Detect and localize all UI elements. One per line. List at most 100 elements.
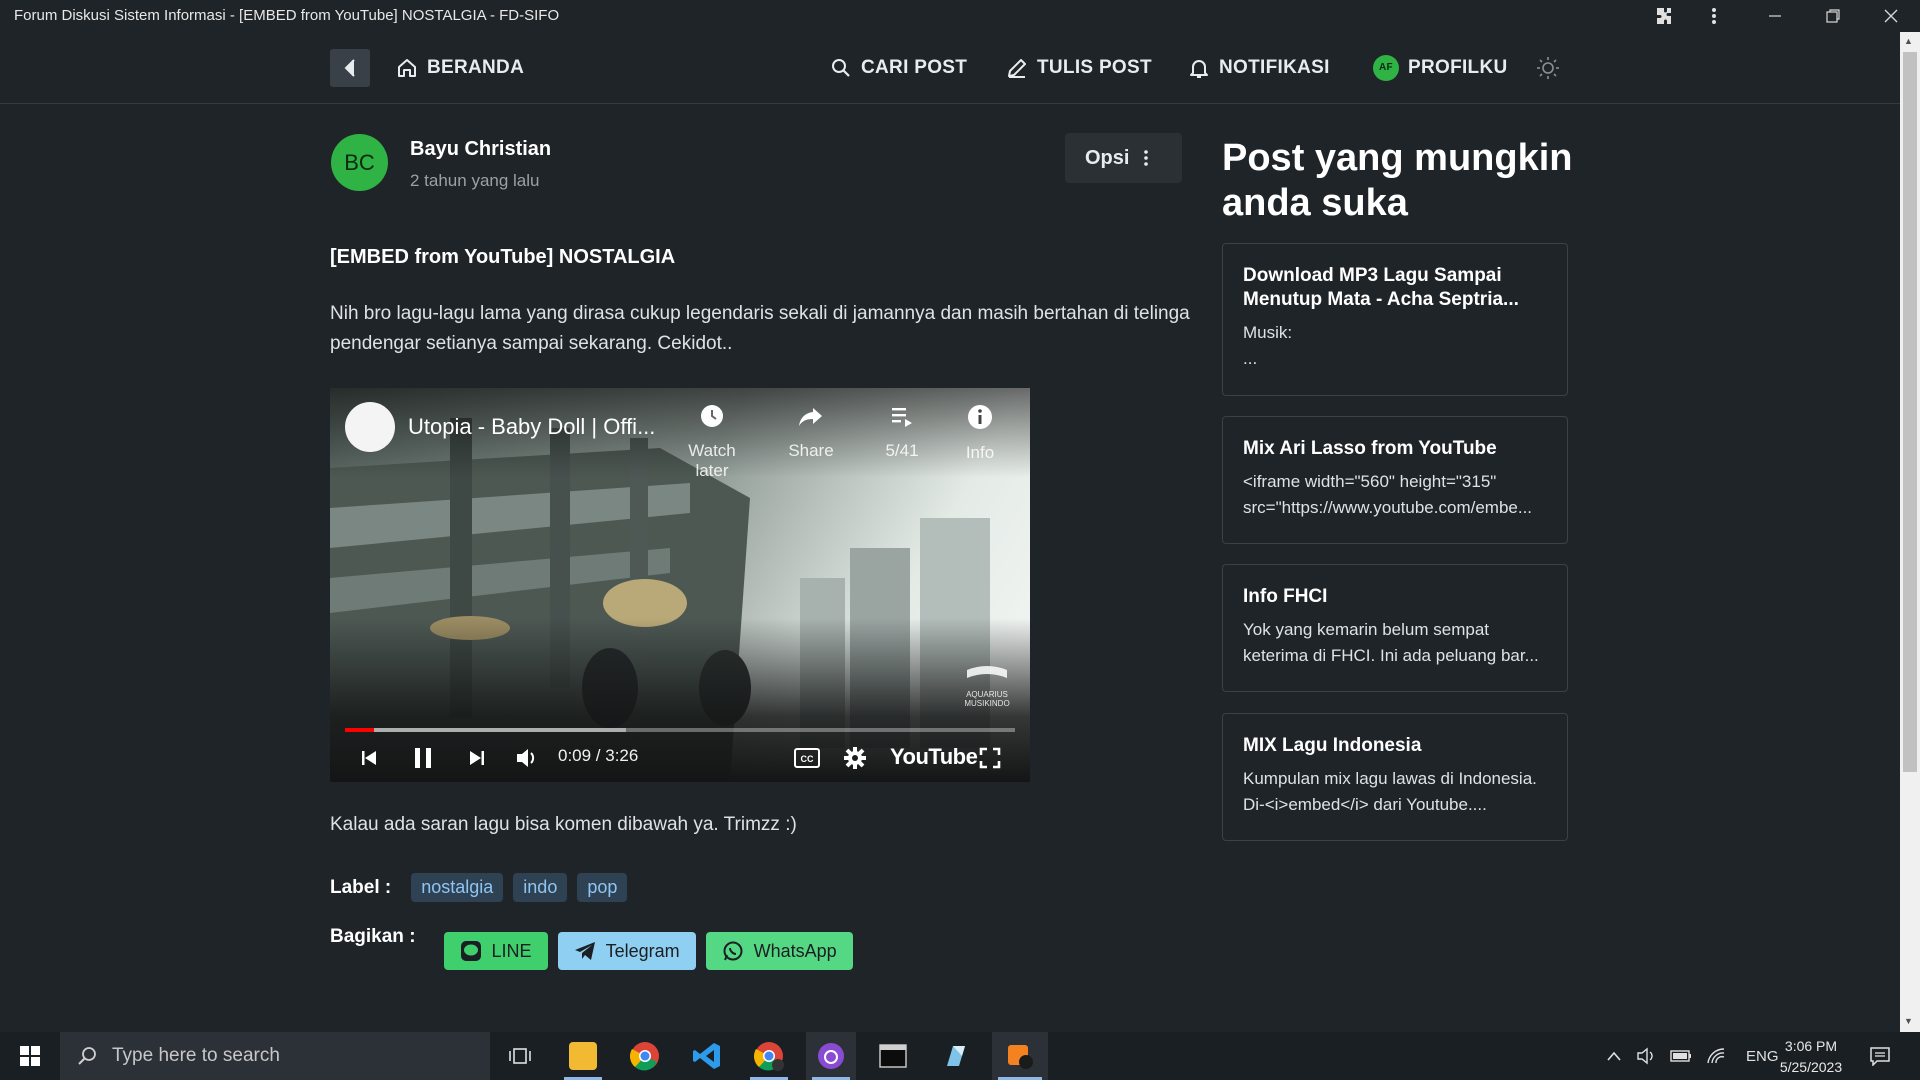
minimize-icon[interactable]	[1752, 0, 1798, 32]
search-icon	[78, 1047, 96, 1065]
taskbar-terminal[interactable]	[868, 1032, 918, 1080]
taskbar-snip-tool[interactable]	[930, 1032, 980, 1080]
nav-search-label: CARI POST	[861, 56, 968, 78]
captions-button[interactable]: CC	[792, 738, 822, 778]
video-progress-bar[interactable]	[345, 728, 1015, 732]
playlist-button[interactable]: 5/41	[862, 404, 942, 461]
scroll-up-icon[interactable]: ▲	[1904, 36, 1913, 46]
share-whatsapp-label: WhatsApp	[753, 940, 837, 961]
wifi-icon[interactable]	[1706, 1047, 1726, 1065]
fullscreen-button[interactable]	[975, 738, 1005, 778]
post-title: [EMBED from YouTube] NOSTALGIA	[330, 246, 676, 268]
info-icon	[968, 405, 992, 429]
battery-icon[interactable]	[1670, 1049, 1692, 1063]
tag-nostalgia[interactable]: nostalgia	[411, 873, 504, 902]
page-scrollbar[interactable]: ▲ ▼	[1900, 32, 1920, 1032]
share-telegram-button[interactable]: Telegram	[557, 932, 696, 970]
next-button[interactable]	[462, 738, 492, 778]
watch-later-button[interactable]: Watch later	[672, 404, 752, 481]
task-view-button[interactable]	[500, 1032, 540, 1080]
skip-previous-icon	[362, 751, 376, 765]
nav-write[interactable]: TULIS POST	[1006, 32, 1152, 103]
github-icon	[818, 1043, 844, 1069]
scrollbar-thumb[interactable]	[1903, 52, 1917, 772]
suggested-post-card[interactable]: MIX Lagu Indonesia Kumpulan mix lagu law…	[1222, 713, 1568, 841]
taskbar-chrome-profile[interactable]	[744, 1032, 794, 1080]
fullscreen-icon	[979, 747, 1001, 769]
windows-icon	[20, 1046, 40, 1066]
suggested-post-title[interactable]: Download MP3 Lagu Sampai Menutup Mata - …	[1243, 264, 1547, 312]
pause-icon	[415, 748, 431, 768]
window-title: Forum Diskusi Sistem Informasi - [EMBED …	[14, 7, 560, 24]
youtube-embed[interactable]: Utopia - Baby Doll | Offi... Watch later…	[330, 388, 1030, 782]
profile-avatar: AF	[1373, 54, 1399, 81]
nav-home[interactable]: BERANDA	[396, 32, 524, 103]
tag-pop[interactable]: pop	[577, 873, 628, 902]
previous-button[interactable]	[354, 738, 384, 778]
post-body: Nih bro lagu-lagu lama yang dirasa cukup…	[330, 303, 1190, 354]
suggested-post-excerpt: Yok yang kemarin belum sempat keterima d…	[1243, 617, 1547, 669]
options-button[interactable]: Opsi	[1065, 133, 1182, 183]
nav-profile[interactable]: AF PROFILKU	[1373, 32, 1508, 103]
close-icon[interactable]	[1868, 0, 1914, 32]
taskbar-file-explorer[interactable]	[558, 1032, 608, 1080]
share-video-button[interactable]: Share	[771, 404, 851, 461]
suggested-post-card[interactable]: Info FHCI Yok yang kemarin belum sempat …	[1222, 564, 1568, 692]
scroll-down-icon[interactable]: ▼	[1904, 1016, 1913, 1026]
suggested-post-title[interactable]: Info FHCI	[1243, 585, 1547, 609]
excerpt-line: Yok yang kemarin belum sempat	[1243, 620, 1490, 639]
back-button[interactable]	[330, 49, 370, 87]
taskbar-clock[interactable]: 3:06 PM 5/25/2023	[1768, 1036, 1854, 1078]
taskbar-search[interactable]: Type here to search	[60, 1032, 490, 1080]
youtube-logo[interactable]: YouTube	[890, 744, 978, 770]
info-button[interactable]: Info	[940, 404, 1020, 463]
share-whatsapp-button[interactable]: WhatsApp	[705, 932, 853, 970]
taskbar-chrome[interactable]	[620, 1032, 670, 1080]
taskbar: Type here to search ENG 3:06 PM 5/25/202…	[0, 1032, 1920, 1080]
chevron-up-icon[interactable]	[1606, 1050, 1622, 1062]
whatsapp-icon	[723, 941, 743, 961]
taskbar-github-desktop[interactable]	[806, 1032, 856, 1080]
settings-button[interactable]	[840, 738, 870, 778]
pause-button[interactable]	[408, 738, 438, 778]
browser-menu-icon[interactable]	[1700, 0, 1728, 32]
skip-next-icon	[470, 751, 484, 765]
post-footer-text: Kalau ada saran lagu bisa komen dibawah …	[330, 814, 797, 835]
nav-search[interactable]: CARI POST	[830, 32, 967, 103]
nav-notifications-label: NOTIFIKASI	[1219, 56, 1330, 78]
video-title[interactable]: Utopia - Baby Doll | Offi...	[408, 414, 668, 440]
post-time: 2 tahun yang lalu	[410, 171, 540, 190]
tag-indo[interactable]: indo	[513, 873, 568, 902]
suggested-post-excerpt: Kumpulan mix lagu lawas di Indonesia. Di…	[1243, 766, 1547, 818]
share-line-label: LINE	[491, 940, 532, 961]
suggested-post-card[interactable]: Download MP3 Lagu Sampai Menutup Mata - …	[1222, 243, 1568, 396]
share-arrow-icon	[799, 408, 822, 426]
suggested-post-card[interactable]: Mix Ari Lasso from YouTube <iframe width…	[1222, 416, 1568, 544]
extensions-icon[interactable]	[1650, 0, 1678, 32]
taskbar-search-placeholder: Type here to search	[112, 1045, 280, 1066]
speaker-icon[interactable]	[1636, 1047, 1656, 1065]
notification-center-button[interactable]	[1862, 1032, 1898, 1080]
label-title: Label :	[330, 876, 392, 898]
nav-notifications[interactable]: NOTIFIKASI	[1188, 32, 1330, 103]
author-avatar[interactable]: BC	[331, 134, 388, 191]
clock-icon	[701, 405, 723, 427]
volume-button[interactable]	[512, 738, 542, 778]
taskbar-xampp[interactable]	[992, 1032, 1048, 1080]
channel-avatar[interactable]	[345, 402, 395, 452]
nav-write-label: TULIS POST	[1037, 56, 1152, 78]
restore-icon[interactable]	[1810, 0, 1856, 32]
suggested-post-title[interactable]: MIX Lagu Indonesia	[1243, 734, 1547, 758]
home-icon	[398, 58, 416, 77]
suggested-post-title[interactable]: Mix Ari Lasso from YouTube	[1243, 437, 1547, 461]
xampp-icon	[1008, 1045, 1033, 1069]
excerpt-line: Musik:	[1243, 323, 1293, 342]
share-line-button[interactable]: LINE	[443, 932, 548, 970]
pencil-icon	[1008, 58, 1026, 78]
folder-icon	[569, 1042, 597, 1070]
window-titlebar: Forum Diskusi Sistem Informasi - [EMBED …	[0, 0, 1920, 32]
theme-toggle[interactable]	[1536, 32, 1560, 103]
taskbar-vscode[interactable]	[682, 1032, 732, 1080]
start-button[interactable]	[0, 1032, 60, 1080]
author-name[interactable]: Bayu Christian	[410, 138, 551, 161]
